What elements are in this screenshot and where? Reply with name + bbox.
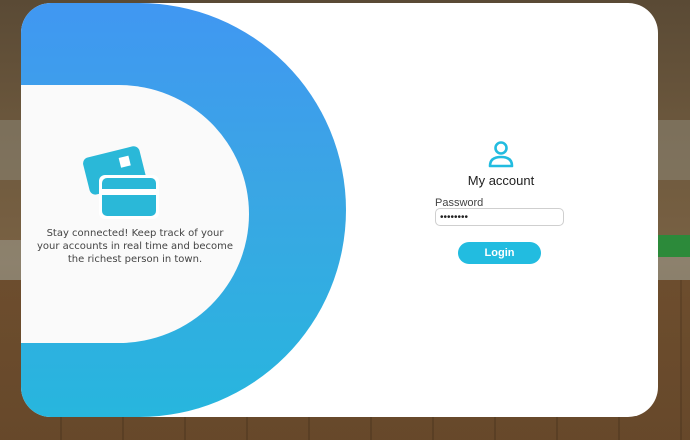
login-title: My account (467, 173, 535, 188)
user-icon (488, 141, 514, 168)
login-button[interactable]: Login (458, 242, 541, 264)
credit-cards-icon (83, 146, 159, 219)
password-input[interactable]: •••••••• (435, 208, 564, 226)
background-sign (655, 235, 690, 257)
bank-login-card: Stay connected! Keep track of your your … (21, 3, 658, 417)
promo-text: Stay connected! Keep track of your your … (36, 228, 234, 265)
